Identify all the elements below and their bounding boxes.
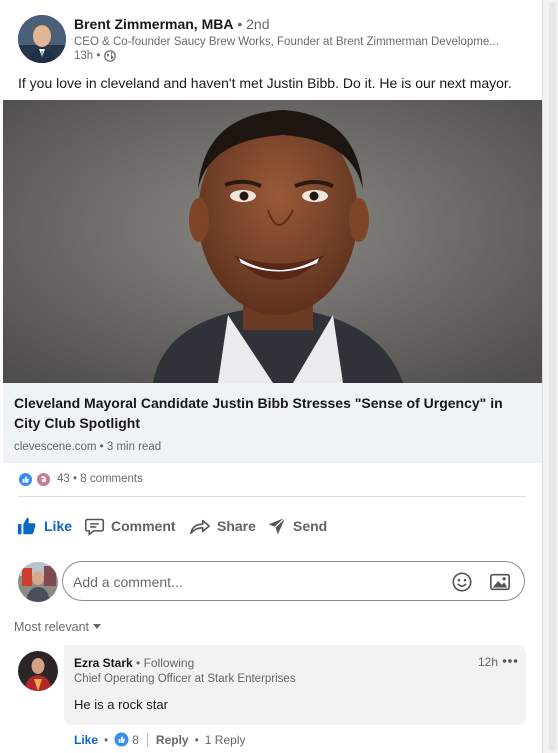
count-separator: • [73, 473, 78, 485]
more-icon[interactable] [502, 656, 518, 666]
reaction-icons[interactable] [18, 472, 51, 487]
comment-icon [84, 516, 111, 537]
thumbs-up-icon [16, 515, 44, 537]
current-user-avatar [18, 562, 58, 602]
share-button[interactable]: Share [189, 513, 256, 539]
like-separator: • [104, 732, 109, 747]
author-name[interactable]: Brent Zimmerman, MBA [74, 16, 233, 32]
like-reaction-icon [18, 472, 33, 487]
action-divider [146, 732, 148, 747]
comment-placeholder: Add a comment... [73, 574, 183, 590]
comment-time: 12h [478, 655, 499, 669]
commenter-name[interactable]: Ezra Stark [74, 656, 133, 670]
sort-dropdown[interactable]: Most relevant [14, 620, 102, 634]
like-button[interactable]: Like [16, 513, 72, 539]
celebrate-reaction-icon [36, 472, 51, 487]
author-avatar[interactable] [18, 15, 66, 63]
caret-down-icon [92, 623, 102, 631]
comment-button[interactable]: Comment [84, 513, 176, 539]
article-image[interactable] [3, 100, 542, 383]
author-headline: CEO & Co-founder Saucy Brew Works, Found… [74, 36, 499, 48]
send-button[interactable]: Send [267, 513, 327, 539]
comment-like-count[interactable]: 8 [132, 733, 139, 747]
like-label: Like [44, 518, 73, 534]
scrollbar[interactable] [547, 0, 558, 753]
article-link[interactable]: Cleveland Mayoral Candidate Justin Bibb … [3, 383, 542, 463]
reply-separator: • [194, 732, 199, 747]
comment-like-reaction-icon [114, 732, 129, 747]
image-icon[interactable] [489, 571, 511, 593]
post-text: If you love in cleveland and haven't met… [18, 75, 512, 91]
comment-bubble: Ezra Stark • Following Chief Operating O… [64, 645, 526, 725]
reaction-count[interactable]: 43 [57, 473, 70, 485]
feed-post-card: Brent Zimmerman, MBA • 2nd CEO & Co-foun… [0, 0, 543, 753]
post-time: 13h • [74, 50, 101, 62]
connection-degree: • 2nd [237, 16, 270, 32]
share-label: Share [217, 518, 256, 534]
comment-like-button[interactable]: Like [74, 733, 98, 747]
send-label: Send [293, 518, 328, 534]
commenter-avatar[interactable] [18, 651, 58, 691]
divider [18, 496, 526, 497]
following-status: • Following [136, 656, 195, 670]
comment-input[interactable]: Add a comment... [62, 561, 525, 601]
share-icon [189, 516, 217, 536]
comment-text: He is a rock star [74, 697, 168, 712]
commenter-headline: Chief Operating Officer at Stark Enterpr… [74, 673, 296, 685]
reply-button[interactable]: Reply [156, 733, 189, 747]
article-source: clevescene.com • 3 min read [14, 441, 162, 453]
article-title: Cleveland Mayoral Candidate Justin Bibb … [14, 395, 503, 431]
reply-count[interactable]: 1 Reply [205, 733, 246, 747]
globe-icon [104, 50, 117, 62]
sort-label: Most relevant [14, 620, 90, 634]
emoji-icon[interactable] [451, 571, 473, 593]
comment-label: Comment [111, 518, 176, 534]
scrollbar-thumb[interactable] [549, 2, 556, 751]
send-icon [267, 516, 293, 536]
comments-count[interactable]: 8 comments [80, 473, 143, 485]
